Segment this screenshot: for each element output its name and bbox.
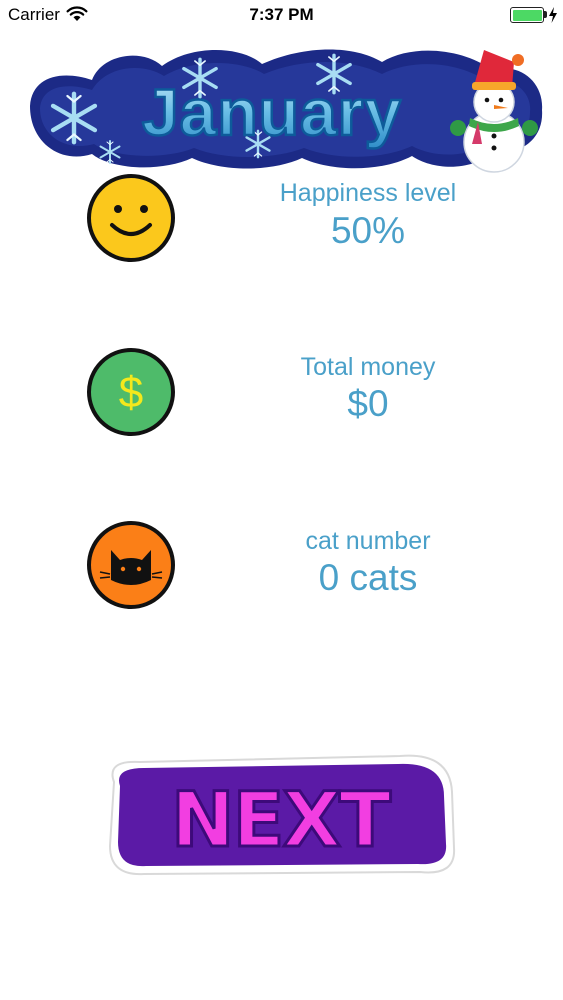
battery-nub [544, 11, 547, 18]
battery-icon [510, 7, 544, 23]
charging-bolt-icon [549, 7, 557, 23]
status-time: 7:37 PM [249, 5, 314, 24]
next-button[interactable]: NEXT [100, 752, 460, 878]
dollar-coin-icon: $ [87, 348, 175, 436]
happiness-value: 50% [330, 210, 406, 251]
january-banner: January [30, 49, 543, 173]
cats-value: 0 cats [318, 557, 418, 598]
cat-icon [87, 521, 175, 609]
banner-title: January [142, 75, 402, 149]
smiley-face-icon [87, 174, 175, 262]
next-button-label: NEXT [171, 775, 391, 864]
cats-label: cat number [305, 527, 431, 555]
happiness-label: Happiness level [279, 179, 457, 207]
money-value: $0 [347, 383, 389, 424]
money-label: Total money [300, 353, 436, 381]
svg-text:$: $ [119, 368, 143, 417]
status-bar: Carrier 7:37 PM [0, 0, 563, 30]
